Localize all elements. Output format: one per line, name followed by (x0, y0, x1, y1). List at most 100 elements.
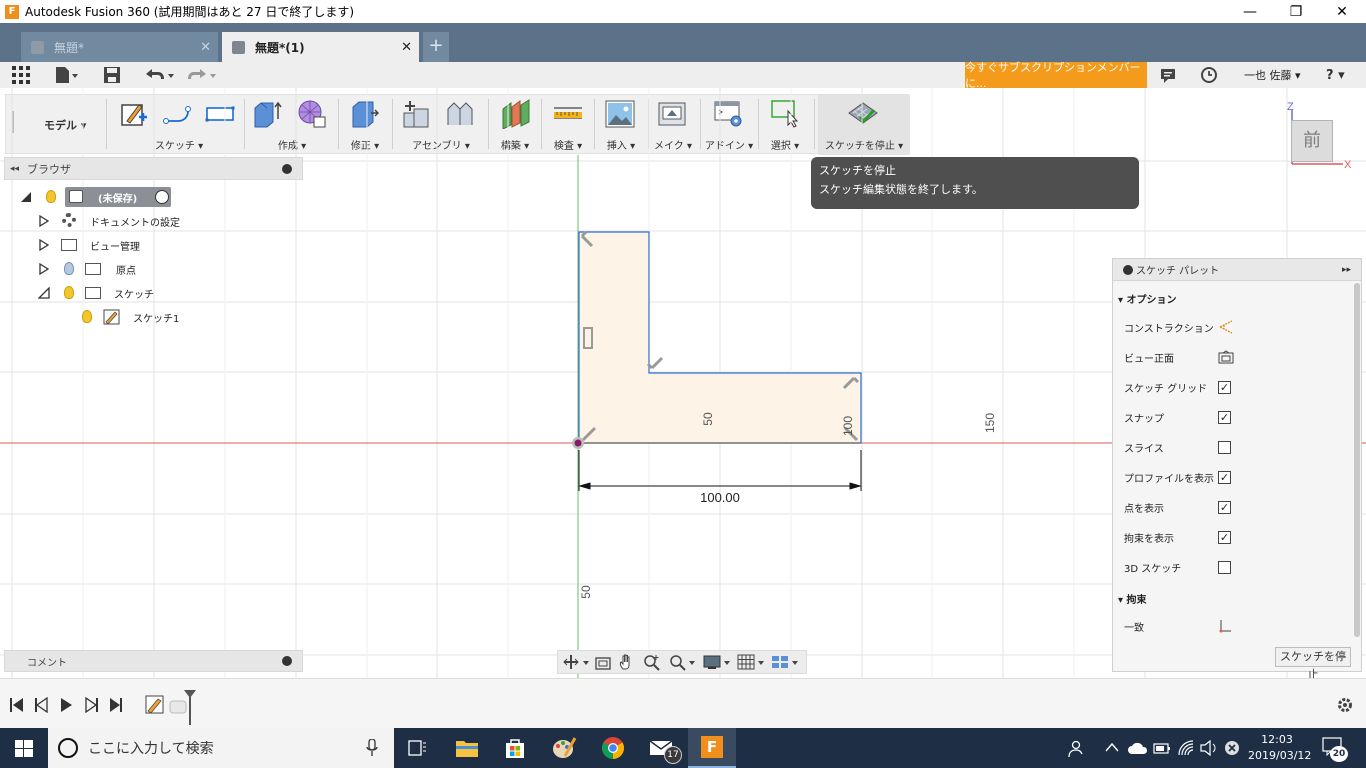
look-at-icon[interactable] (1218, 350, 1234, 364)
palette-row-look-at[interactable]: ビュー正面 (1113, 342, 1353, 372)
minimize-button[interactable]: — (1227, 0, 1273, 23)
chrome-icon[interactable] (589, 728, 637, 768)
people-icon[interactable] (1068, 740, 1088, 758)
file-explorer-icon[interactable] (443, 728, 491, 768)
palette-row-label: スナップ (1124, 413, 1164, 425)
viewcube-front-face[interactable]: 前 (1291, 120, 1333, 162)
show-constraints-checkbox[interactable]: ✓ (1218, 530, 1231, 544)
palette-row-construction[interactable]: コンストラクション (1113, 312, 1353, 342)
options-section-header[interactable]: ▾ オプション (1118, 291, 1177, 306)
mail-icon[interactable]: 17 (638, 728, 686, 768)
fit-zoom-icon[interactable] (668, 653, 696, 671)
user-account-menu[interactable]: 一也 佐藤 ▾ (1244, 67, 1301, 83)
palette-row-snap[interactable]: スナップ ✓ (1113, 402, 1353, 432)
notification-count-badge: 20 (1330, 746, 1348, 762)
collapsed-triangle-icon[interactable] (38, 263, 50, 275)
task-view-icon[interactable] (394, 728, 442, 768)
palette-row-sketch-grid[interactable]: スケッチ グリッド ✓ (1113, 372, 1353, 402)
collapsed-triangle-icon[interactable] (38, 239, 50, 251)
palette-row-slice[interactable]: スライス (1113, 432, 1353, 462)
coincident-icon[interactable] (1218, 619, 1232, 633)
data-panel-grid-icon[interactable] (12, 66, 30, 84)
show-profile-checkbox[interactable]: ✓ (1218, 470, 1231, 484)
help-menu[interactable]: ? ▾ (1326, 66, 1345, 84)
zoom-icon[interactable] (642, 653, 662, 671)
tree-item-named-views[interactable]: ビュー管理 (38, 235, 178, 255)
tree-item-origin[interactable]: 原点 (38, 259, 178, 279)
minimize-browser-icon[interactable] (282, 163, 292, 174)
comment-icon[interactable] (1160, 66, 1176, 84)
viewports-icon[interactable] (770, 653, 800, 671)
input-mode-icon[interactable] (1224, 740, 1240, 756)
tree-item-sketch1[interactable]: スケッチ1 (76, 307, 186, 327)
close-window-button[interactable]: ✕ (1319, 0, 1365, 23)
windows-start-icon[interactable] (15, 740, 33, 757)
taskbar-search-box[interactable]: ここに入力して検索 (48, 728, 394, 768)
microphone-icon[interactable] (366, 739, 378, 757)
construction-toggle-icon[interactable] (1218, 320, 1234, 334)
timeline-settings-gear-icon[interactable] (1336, 696, 1354, 714)
stop-sketch-button[interactable]: スケッチを停止 (1275, 647, 1351, 681)
tree-item-sketches[interactable]: スケッチ (38, 283, 178, 303)
fusion-taskbar-app[interactable]: F (688, 728, 736, 768)
wifi-icon[interactable] (1177, 739, 1195, 757)
dimension-50-inner[interactable]: 50 (701, 412, 715, 426)
lightbulb-icon[interactable] (46, 190, 56, 203)
minimize-palette-icon[interactable] (1123, 264, 1133, 275)
timeline-sketch-icon[interactable] (145, 695, 165, 715)
lightbulb-icon[interactable] (64, 286, 74, 299)
battery-icon[interactable] (1153, 741, 1171, 755)
display-settings-icon[interactable] (702, 653, 732, 671)
pan-hand-icon[interactable] (618, 653, 636, 671)
lightbulb-icon[interactable] (82, 310, 92, 323)
activate-radio-icon[interactable] (155, 190, 169, 204)
dimension-100-inner[interactable]: 100 (841, 416, 855, 436)
snap-checkbox[interactable]: ✓ (1218, 410, 1231, 424)
lightbulb-off-icon[interactable] (64, 262, 74, 275)
sketch-grid-checkbox[interactable]: ✓ (1218, 380, 1231, 394)
save-icon[interactable] (103, 66, 121, 84)
expand-palette-icon[interactable]: ▸▸ (1342, 265, 1351, 275)
store-icon[interactable] (491, 728, 539, 768)
close-tab-icon[interactable]: ✕ (401, 40, 412, 55)
speaker-icon[interactable] (1200, 740, 1218, 756)
collapsed-triangle-icon[interactable] (38, 215, 50, 227)
redo-icon[interactable] (186, 66, 218, 84)
show-points-checkbox[interactable]: ✓ (1218, 500, 1231, 514)
timeline-marker-icon[interactable] (168, 689, 198, 725)
onedrive-cloud-icon[interactable] (1128, 740, 1148, 756)
undo-icon[interactable] (144, 66, 176, 84)
slice-checkbox[interactable] (1218, 440, 1231, 454)
collapse-browser-icon[interactable]: ◂◂ (10, 164, 19, 174)
taskbar-clock[interactable]: 12:03 2019/03/12 (1248, 732, 1311, 764)
origin-point[interactable] (574, 439, 582, 447)
close-tab-icon[interactable]: ✕ (200, 40, 211, 55)
palette-row-show-profile[interactable]: プロファイルを表示 ✓ (1113, 462, 1353, 492)
palette-row-3d-sketch[interactable]: 3D スケッチ (1113, 552, 1353, 582)
new-tab-button[interactable]: + (423, 32, 449, 62)
constraints-section-header[interactable]: ▾ 拘束 (1118, 591, 1147, 606)
paint-icon[interactable] (540, 728, 588, 768)
palette-scrollbar[interactable] (1354, 283, 1360, 637)
add-comment-icon[interactable] (282, 656, 292, 666)
palette-row-show-points[interactable]: 点を表示 ✓ (1113, 492, 1353, 522)
dimension-width-text[interactable]: 100.00 (700, 490, 740, 505)
document-tab-1[interactable]: 無題* ✕ (21, 32, 218, 62)
subscribe-button[interactable]: 今すぐサブスクリプションメンバーに... (965, 61, 1147, 90)
restore-button[interactable]: ❐ (1273, 0, 1319, 23)
grid-settings-icon[interactable] (736, 653, 766, 671)
look-at-nav-icon[interactable] (594, 653, 612, 671)
action-center-button[interactable]: 20 (1322, 736, 1350, 762)
chevron-up-icon[interactable] (1105, 742, 1119, 752)
document-tab-2[interactable]: 無題*(1) ✕ (222, 32, 419, 62)
orbit-icon[interactable] (562, 653, 590, 671)
palette-row-show-constraints[interactable]: 拘束を表示 ✓ (1113, 522, 1353, 552)
expanded-triangle-icon[interactable] (38, 287, 50, 299)
file-menu-icon[interactable] (54, 66, 78, 84)
tree-item-document-settings[interactable]: ドキュメントの設定 (38, 211, 180, 231)
timeline-playback-controls[interactable] (10, 697, 130, 713)
palette-row-coincident[interactable]: 一致 (1113, 611, 1353, 641)
job-status-clock-icon[interactable] (1201, 66, 1217, 84)
expanded-triangle-icon[interactable] (20, 191, 32, 203)
3d-sketch-checkbox[interactable] (1218, 560, 1231, 574)
